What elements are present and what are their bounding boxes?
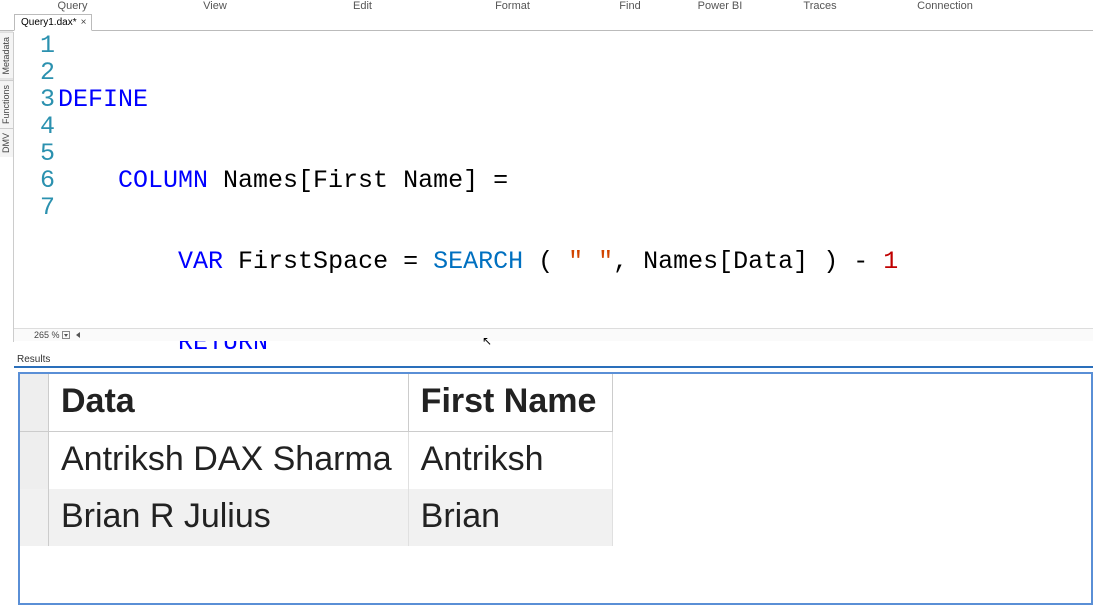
table-cell[interactable]: Antriksh <box>408 432 613 490</box>
number-literal: 1 <box>883 247 898 276</box>
indent <box>58 247 178 276</box>
table-cell[interactable]: Antriksh DAX Sharma <box>49 432 409 490</box>
space <box>868 247 883 276</box>
code-text: ( <box>523 247 568 276</box>
menu-find[interactable]: Find <box>585 0 675 12</box>
menu-query[interactable]: Query <box>0 0 145 12</box>
row-number-cell <box>20 432 49 490</box>
tab-title: Query1.dax* <box>21 17 77 28</box>
results-panel: Data First Name Antriksh DAX SharmaAntri… <box>14 366 1093 605</box>
menu-format[interactable]: Format <box>440 0 585 12</box>
menu-view[interactable]: View <box>145 0 285 12</box>
space <box>418 247 433 276</box>
code-text: , Names[Data] ) <box>613 247 853 276</box>
line-number: 2 <box>14 59 55 86</box>
func-search: SEARCH <box>433 247 523 276</box>
indent <box>58 166 118 195</box>
op-eq: = <box>403 247 418 276</box>
code-text: FirstSpace <box>223 247 403 276</box>
side-panel-tabs: MetadataFunctionsDMV <box>0 32 14 342</box>
keyword-define: DEFINE <box>58 85 148 114</box>
menu-power-bi[interactable]: Power BI <box>675 0 765 12</box>
line-number: 1 <box>14 32 55 59</box>
line-number: 5 <box>14 140 55 167</box>
keyword-var: VAR <box>178 247 223 276</box>
op-minus: - <box>853 247 868 276</box>
close-icon[interactable]: × <box>81 18 87 28</box>
results-header-row: Data First Name <box>20 374 613 432</box>
menu-connection[interactable]: Connection <box>875 0 1015 12</box>
zoom-value: 265 % <box>34 330 60 340</box>
document-tab[interactable]: Query1.dax* × <box>14 14 92 31</box>
table-row[interactable]: Brian R JuliusBrian <box>20 489 613 546</box>
zoom-bar: 265 % <box>14 328 1093 341</box>
sidetab-dmv[interactable]: DMV <box>0 128 13 157</box>
sidetab-functions[interactable]: Functions <box>0 80 13 128</box>
sidetab-metadata[interactable]: Metadata <box>0 32 13 80</box>
menu-bar: QueryViewEditFormatFindPower BITracesCon… <box>0 0 1093 15</box>
line-number: 3 <box>14 86 55 113</box>
code-area[interactable]: DEFINE COLUMN Names[First Name] = VAR Fi… <box>58 32 1093 328</box>
string-literal: " " <box>568 247 613 276</box>
tab-bar: Query1.dax* × <box>0 14 1093 31</box>
line-number: 4 <box>14 113 55 140</box>
results-label: Results <box>14 353 53 366</box>
line-number: 7 <box>14 194 55 221</box>
code-editor[interactable]: 1234567 DEFINE COLUMN Names[First Name] … <box>14 32 1093 328</box>
table-cell[interactable]: Brian <box>408 489 613 546</box>
results-table[interactable]: Data First Name Antriksh DAX SharmaAntri… <box>20 374 613 546</box>
menu-traces[interactable]: Traces <box>765 0 875 12</box>
code-text: Names[First Name] <box>208 166 493 195</box>
table-row[interactable]: Antriksh DAX SharmaAntriksh <box>20 432 613 490</box>
row-number-header <box>20 374 49 432</box>
line-number: 6 <box>14 167 55 194</box>
line-number-gutter: 1234567 <box>14 32 58 328</box>
row-number-cell <box>20 489 49 546</box>
zoom-arrow-icon[interactable] <box>76 332 80 338</box>
zoom-dropdown-icon[interactable] <box>62 331 70 339</box>
column-header[interactable]: First Name <box>408 374 613 432</box>
table-cell[interactable]: Brian R Julius <box>49 489 409 546</box>
column-header[interactable]: Data <box>49 374 409 432</box>
op-eq: = <box>493 166 508 195</box>
menu-edit[interactable]: Edit <box>285 0 440 12</box>
keyword-column: COLUMN <box>118 166 208 195</box>
